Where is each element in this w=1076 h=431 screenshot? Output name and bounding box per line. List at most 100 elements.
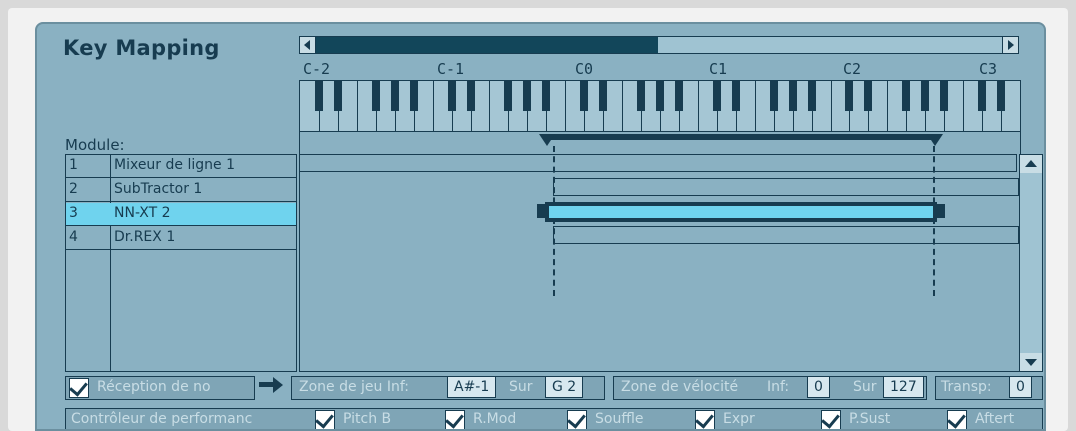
black-key[interactable] <box>902 81 911 111</box>
black-key[interactable] <box>466 81 475 111</box>
zone-jeu-inf-field[interactable]: A#-1 <box>447 376 497 398</box>
module-number: 4 <box>69 229 78 245</box>
arrow-left-icon <box>304 40 310 50</box>
module-row[interactable]: 1 Mixeur de ligne 1 <box>66 155 296 178</box>
black-key[interactable] <box>656 81 664 111</box>
white-key-divider <box>697 81 699 131</box>
zone-velocite-label: Zone de vélocité <box>617 377 743 397</box>
black-key[interactable] <box>637 81 646 111</box>
mod-wheel-checkbox[interactable] <box>445 409 465 429</box>
octave-label: C1 <box>709 60 728 78</box>
black-key[interactable] <box>599 81 608 111</box>
module-name: SubTractor 1 <box>114 181 203 197</box>
arrow-right-icon <box>1008 40 1014 50</box>
check-icon <box>315 409 334 429</box>
black-key[interactable] <box>788 81 797 111</box>
reception-label: Réception de no <box>93 377 215 397</box>
mod-wheel-label: R.Mod <box>469 409 521 429</box>
black-key[interactable] <box>807 81 816 111</box>
module-row[interactable]: 2 SubTractor 1 <box>66 179 296 202</box>
octave-label: C-1 <box>437 60 465 78</box>
aftertouch-label: Aftert <box>971 409 1019 429</box>
aftertouch-checkbox[interactable] <box>947 409 967 429</box>
scroll-up-button[interactable] <box>1020 155 1042 173</box>
black-key[interactable] <box>504 81 513 111</box>
scroll-down-button[interactable] <box>1020 353 1042 371</box>
module-list: 1 Mixeur de ligne 1 2 SubTractor 1 3 NN-… <box>65 154 297 372</box>
velocite-sup-field[interactable]: 127 <box>883 376 924 398</box>
module-number: 2 <box>69 181 78 197</box>
white-key-divider <box>754 81 756 131</box>
white-key-divider <box>963 81 965 131</box>
zone-jeu-sup-label: Sur <box>505 377 537 397</box>
sustain-checkbox[interactable] <box>821 409 841 429</box>
pitch-bend-label: Pitch B <box>339 409 396 429</box>
module-number: 1 <box>69 157 78 173</box>
octave-label: C2 <box>843 60 862 78</box>
arrow-head-icon <box>273 377 283 393</box>
breath-checkbox[interactable] <box>567 409 587 429</box>
black-key[interactable] <box>409 81 418 111</box>
transp-label: Transp: <box>937 377 996 397</box>
zone-jeu-sup-field[interactable]: G 2 <box>545 376 584 398</box>
black-key[interactable] <box>333 81 342 111</box>
black-key[interactable] <box>712 81 721 111</box>
transp-field[interactable]: 0 <box>1009 376 1032 398</box>
white-key-divider <box>830 81 832 131</box>
black-key[interactable] <box>864 81 873 111</box>
module-name: Mixeur de ligne 1 <box>114 157 235 173</box>
piano-keyboard[interactable] <box>299 80 1021 132</box>
module-name: Dr.REX 1 <box>114 229 176 245</box>
breath-label: Souffle <box>591 409 648 429</box>
black-key[interactable] <box>921 81 930 111</box>
white-key-divider <box>432 81 434 131</box>
white-key-divider <box>622 81 624 131</box>
black-key[interactable] <box>447 81 456 111</box>
black-key[interactable] <box>390 81 399 111</box>
black-key[interactable] <box>674 81 683 111</box>
reception-checkbox[interactable] <box>69 377 89 398</box>
performance-label: Contrôleur de performanc <box>67 409 257 429</box>
vertical-scrollbar[interactable] <box>1019 154 1043 372</box>
velocite-sup-label: Sur <box>849 377 881 397</box>
black-key[interactable] <box>731 81 740 111</box>
module-name: NN-XT 2 <box>114 205 171 221</box>
scroll-thumb[interactable] <box>316 37 658 53</box>
black-key[interactable] <box>845 81 854 111</box>
octave-label: C-2 <box>303 60 331 78</box>
velocite-inf-label: Inf: <box>763 377 794 397</box>
check-icon <box>947 409 966 429</box>
black-key[interactable] <box>580 81 589 111</box>
white-key-divider <box>887 81 889 131</box>
check-icon <box>567 409 586 429</box>
black-key[interactable] <box>940 81 949 111</box>
module-number: 3 <box>69 205 78 221</box>
black-key[interactable] <box>769 81 778 111</box>
expression-checkbox[interactable] <box>695 409 715 429</box>
pitch-bend-checkbox[interactable] <box>315 409 335 429</box>
key-mapping-panel: Key Mapping C-2 C-1 C0 C1 C2 C3 Module: … <box>35 22 1046 431</box>
check-icon <box>69 377 88 397</box>
arrow-up-icon <box>1025 160 1037 167</box>
black-key[interactable] <box>314 81 323 111</box>
velocite-inf-field[interactable]: 0 <box>807 376 830 398</box>
zone-jeu-label: Zone de jeu Inf: <box>295 377 414 397</box>
zone-grid <box>299 132 1021 372</box>
black-key[interactable] <box>523 81 532 111</box>
octave-label: C0 <box>575 60 594 78</box>
check-icon <box>445 409 464 429</box>
module-row[interactable]: 4 Dr.REX 1 <box>66 227 296 250</box>
octave-label: C3 <box>979 60 998 78</box>
check-icon <box>821 409 840 429</box>
scroll-left-button[interactable] <box>300 37 316 53</box>
module-row-selected[interactable]: 3 NN-XT 2 <box>66 203 296 226</box>
expression-label: Expr <box>719 409 759 429</box>
scroll-right-button[interactable] <box>1002 37 1018 53</box>
check-icon <box>695 409 714 429</box>
black-key[interactable] <box>978 81 987 111</box>
black-key[interactable] <box>542 81 551 111</box>
sustain-label: P.Sust <box>845 409 895 429</box>
horizontal-scrollbar[interactable] <box>299 36 1019 54</box>
black-key[interactable] <box>997 81 1006 111</box>
black-key[interactable] <box>371 81 380 111</box>
